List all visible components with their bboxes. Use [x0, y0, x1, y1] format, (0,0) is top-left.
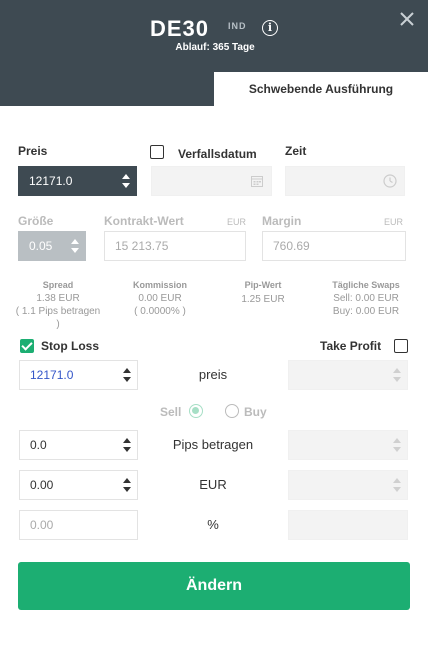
price-label: Preis: [18, 144, 48, 158]
eur-row-label: EUR: [199, 477, 227, 492]
commission-value: 0.00 EUR: [138, 293, 182, 304]
side-selector: Sell Buy: [0, 404, 428, 420]
take-profit-pips-input[interactable]: [288, 430, 408, 460]
price-stepper[interactable]: [122, 172, 130, 190]
margin-label: Margin: [262, 214, 302, 228]
commission-percent: ( 0.0000% ): [134, 306, 186, 317]
dialog-header: DE30 IND i Ablauf: 365 Tage Schwebende A…: [0, 0, 428, 106]
expiry-label: Verfallsdatum: [178, 147, 257, 161]
stop-loss-pips-value: 0.0: [30, 438, 47, 452]
sell-label: Sell: [160, 405, 182, 419]
time-input[interactable]: [285, 166, 405, 196]
pip-value-label: Pip-Wert: [244, 280, 282, 290]
take-profit-eur-input[interactable]: [288, 470, 408, 500]
spread-pips: ( 1.1 Pips betragen: [15, 306, 101, 317]
stop-loss-eur-stepper[interactable]: [123, 476, 131, 494]
take-profit-label: Take Profit: [320, 339, 382, 353]
take-profit-percent-field: [288, 510, 408, 540]
spread-label: Spread: [42, 280, 74, 290]
pips-row-label: Pips betragen: [172, 437, 254, 452]
submit-button[interactable]: Ändern: [18, 562, 410, 610]
stop-loss-percent-field: 0.00: [19, 510, 138, 540]
margin-field: 760.69: [262, 231, 406, 261]
daily-swaps-label: Tägliche Swaps: [332, 280, 400, 290]
calendar-icon: [251, 176, 263, 187]
stop-loss-label: Stop Loss: [41, 339, 100, 353]
size-input[interactable]: 0.05: [18, 231, 86, 261]
instrument-expiry: Ablauf: 365 Tage: [175, 42, 255, 53]
stop-loss-pips-stepper[interactable]: [123, 436, 131, 454]
info-icon[interactable]: i: [262, 20, 278, 36]
stop-loss-pips-input[interactable]: 0.0: [19, 430, 138, 460]
contract-value-label: Kontrakt-Wert: [104, 214, 184, 228]
clock-icon: [383, 174, 397, 188]
time-label: Zeit: [285, 144, 307, 158]
stop-loss-eur-value: 0.00: [30, 478, 54, 492]
contract-value-field: 15 213.75: [104, 231, 246, 261]
margin-unit: EUR: [384, 217, 404, 227]
take-profit-checkbox[interactable]: [394, 339, 408, 353]
daily-swaps-info: Tägliche Swaps Sell: 0.00 EUR Buy: 0.00 …: [318, 279, 414, 318]
stop-loss-eur-input[interactable]: 0.00: [19, 470, 138, 500]
close-icon[interactable]: [398, 10, 416, 28]
stop-loss-price-stepper[interactable]: [123, 366, 131, 384]
pip-value-info: Pip-Wert 1.25 EUR: [218, 279, 308, 306]
size-stepper[interactable]: [71, 237, 79, 255]
commission-info: Kommission 0.00 EUR ( 0.0000% ): [112, 279, 208, 318]
percent-row-label: %: [207, 517, 219, 532]
buy-radio[interactable]: [225, 404, 239, 418]
spread-value: 1.38 EUR: [36, 293, 80, 304]
spread-pips-close: ): [56, 319, 60, 330]
stop-loss-price-input[interactable]: 12171.0: [19, 360, 138, 390]
contract-value-unit: EUR: [227, 217, 247, 227]
stop-loss-price-value: 12171.0: [30, 368, 74, 382]
sell-radio[interactable]: [189, 404, 203, 418]
price-input[interactable]: 12171.0: [18, 166, 137, 196]
price-row-label: preis: [198, 367, 228, 382]
take-profit-price-stepper: [393, 366, 401, 384]
tab-pending-execution[interactable]: Schwebende Ausführung: [214, 72, 428, 106]
swaps-sell: Sell: 0.00 EUR: [333, 293, 399, 304]
instrument-type: IND: [228, 21, 247, 31]
take-profit-eur-stepper: [393, 476, 401, 494]
commission-label: Kommission: [132, 280, 187, 290]
margin-value: 760.69: [273, 239, 310, 253]
stop-loss-checkbox[interactable]: [20, 339, 34, 353]
instrument-symbol: DE30: [150, 16, 210, 41]
pip-value: 1.25 EUR: [241, 294, 285, 305]
expiry-date-input[interactable]: [151, 166, 272, 196]
size-label: Größe: [18, 214, 54, 228]
stop-loss-percent-value: 0.00: [30, 518, 54, 532]
take-profit-price-input[interactable]: [288, 360, 408, 390]
expiry-checkbox[interactable]: [150, 145, 164, 159]
take-profit-pips-stepper: [393, 436, 401, 454]
swaps-buy: Buy: 0.00 EUR: [332, 306, 400, 317]
spread-info: Spread 1.38 EUR ( 1.1 Pips betragen ): [6, 279, 110, 331]
size-input-value: 0.05: [29, 239, 53, 253]
contract-value: 15 213.75: [115, 239, 169, 253]
price-input-value: 12171.0: [29, 174, 73, 188]
buy-label: Buy: [244, 405, 267, 419]
